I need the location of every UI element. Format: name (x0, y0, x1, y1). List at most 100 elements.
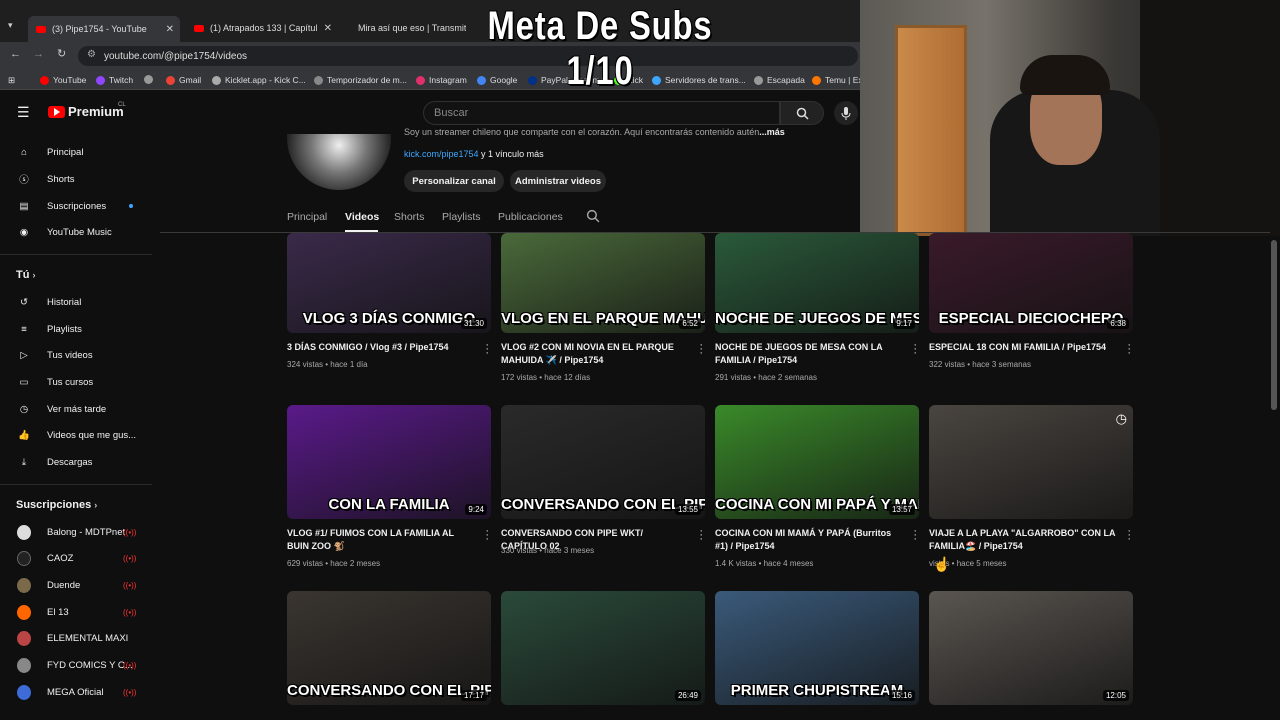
youtube-logo-text[interactable]: Premium (68, 104, 124, 119)
bookmark-temu[interactable]: Temu | Ex (812, 75, 863, 85)
video-title[interactable]: VIAJE A LA PLAYA "ALGARROBO" CON LA FAMI… (929, 527, 1119, 553)
video-thumbnail[interactable]: CONVERSANDO CON EL PIPEWKT13:55 (501, 405, 705, 519)
reload-icon[interactable]: ↻ (57, 47, 66, 60)
more-options-icon[interactable]: · · · (699, 340, 703, 359)
sidebar-item-youtube-music[interactable]: ◉ YouTube Music (0, 219, 152, 245)
bookmark-instagram[interactable]: Instagram (416, 75, 467, 85)
video-card[interactable]: CONVERSANDO CON EL PIPE 17:17 (287, 591, 491, 705)
search-input[interactable]: Buscar (423, 101, 780, 125)
more-options-icon[interactable]: · · · (699, 526, 703, 545)
video-title[interactable]: NOCHE DE JUEGOS DE MESA CON LA FAMILIA /… (715, 341, 905, 367)
sidebar-item-historial[interactable]: ↺ Historial (0, 289, 152, 315)
sidebar-item-shorts[interactable]: ⓢ Shorts (0, 166, 152, 192)
channel-link[interactable]: kick.com/pipe1754 (404, 149, 479, 159)
sidebar-item-ver-mas-tarde[interactable]: ◷ Ver más tarde (0, 396, 152, 422)
sidebar-sub-mega[interactable]: MEGA Oficial ((•)) (0, 679, 152, 705)
sidebar-item-playlists[interactable]: ≡ Playlists (0, 316, 152, 342)
sidebar-section-you[interactable]: Tú › (16, 269, 36, 281)
sidebar-section-subscriptions[interactable]: Suscripciones › (16, 499, 97, 511)
video-thumbnail[interactable]: 26:49 (501, 591, 705, 705)
video-thumbnail[interactable]: VLOG 3 DÍAS CONMIGO 31:30 (287, 233, 491, 333)
video-card[interactable]: NOCHE DE JUEGOS DE MESA 9:17 NOCHE DE JUEG… (715, 233, 919, 383)
forward-icon[interactable]: → (33, 48, 44, 60)
channel-avatar[interactable] (287, 134, 391, 190)
tab-publicaciones[interactable]: Publicaciones (498, 211, 563, 223)
video-card[interactable]: VLOG EN EL PARQUE MAHUIDA6:52 VLOG #2 CON… (501, 233, 705, 383)
video-thumbnail[interactable]: NOCHE DE JUEGOS DE MESA 9:17 (715, 233, 919, 333)
video-title[interactable]: VLOG #1/ FUIMOS CON LA FAMILIA AL BUIN Z… (287, 527, 477, 553)
site-info-icon[interactable]: ⚙ (87, 49, 96, 60)
sidebar-item-tus-videos[interactable]: ▷ Tus videos (0, 342, 152, 368)
sidebar-sub-balong[interactable]: Balong - MDTPnet ((•)) (0, 519, 152, 545)
youtube-logo-icon[interactable] (48, 106, 65, 118)
apps-icon[interactable]: ⊞ (8, 75, 15, 86)
manage-videos-button[interactable]: Administrar videos (510, 170, 606, 192)
close-icon[interactable]: ✕ (166, 24, 174, 35)
channel-links[interactable]: kick.com/pipe1754 y 1 vínculo más (404, 149, 544, 159)
video-card[interactable]: 26:49 (501, 591, 705, 705)
bookmark-escapada[interactable]: Escapada (754, 75, 805, 85)
video-thumbnail[interactable]: ◷ (929, 405, 1133, 519)
more-options-icon[interactable]: · · · (1127, 526, 1131, 545)
video-thumbnail[interactable]: CON LA FAMILIA 9:24 (287, 405, 491, 519)
video-card[interactable]: CON LA FAMILIA 9:24 VLOG #1/ FUIMOS CON LA… (287, 405, 491, 568)
voice-search-button[interactable] (834, 101, 858, 125)
video-thumbnail[interactable]: VLOG EN EL PARQUE MAHUIDA6:52 (501, 233, 705, 333)
customize-channel-button[interactable]: Personalizar canal (404, 170, 504, 192)
sidebar-sub-fyd[interactable]: FYD COMICS Y C... ((•)) (0, 652, 152, 678)
close-icon[interactable]: ✕ (324, 23, 332, 34)
video-card[interactable]: ESPECIAL DIECIOCHERO 6:38 ESPECIAL 18 CON … (929, 233, 1133, 383)
tab-principal[interactable]: Principal (287, 211, 327, 223)
sidebar-item-principal[interactable]: ⌂ Principal (0, 139, 152, 165)
more-options-icon[interactable]: · · · (485, 526, 489, 545)
video-title[interactable]: VLOG #2 CON MI NOVIA EN EL PARQUE MAHUID… (501, 341, 691, 367)
video-title[interactable]: COCINA CON MI MAMÁ Y PAPÁ (Burritos #1) … (715, 527, 905, 553)
sidebar-item-liked-videos[interactable]: 👍 Videos que me gus... (0, 422, 152, 448)
video-title[interactable]: ESPECIAL 18 CON MI FAMILIA / Pipe1754 (929, 341, 1119, 354)
video-thumbnail[interactable]: COCINA CON MI PAPÁ Y MAMÁ 13:57 (715, 405, 919, 519)
globe-icon[interactable] (144, 75, 153, 84)
channel-description[interactable]: Soy un streamer chileno que comparte con… (404, 127, 785, 137)
bookmark-gmail[interactable]: Gmail (166, 75, 201, 85)
video-card[interactable]: 12:05 (929, 591, 1133, 705)
video-thumbnail[interactable]: 12:05 (929, 591, 1133, 705)
sidebar-item-descargas[interactable]: ⤓ Descargas (0, 449, 152, 475)
sidebar-item-suscripciones[interactable]: ▤ Suscripciones (0, 193, 152, 219)
more-options-icon[interactable]: · · · (1127, 340, 1131, 359)
bookmark-temporizador[interactable]: Temporizador de m... (314, 75, 407, 85)
tab-playlists[interactable]: Playlists (442, 211, 481, 223)
menu-icon[interactable]: ☰ (17, 104, 30, 121)
tab-shorts[interactable]: Shorts (394, 211, 424, 223)
scrollbar[interactable] (1271, 240, 1277, 410)
bookmark-youtube[interactable]: YouTube (40, 75, 86, 85)
sidebar-sub-el13[interactable]: El 13 ((•)) (0, 599, 152, 625)
tab-search-icon[interactable]: ▾ (8, 20, 13, 31)
bookmark-twitch[interactable]: Twitch (96, 75, 133, 85)
more-options-icon[interactable]: · · · (485, 340, 489, 359)
watch-later-icon[interactable]: ◷ (1116, 411, 1127, 427)
more-link[interactable]: ...más (759, 127, 785, 137)
sidebar-item-tus-cursos[interactable]: ▭ Tus cursos (0, 369, 152, 395)
more-options-icon[interactable]: · · · (913, 340, 917, 359)
back-icon[interactable]: ← (10, 48, 21, 60)
video-card[interactable]: ◷ VIAJE A LA PLAYA "ALGARROBO" CON LA FAM… (929, 405, 1133, 568)
video-thumbnail[interactable]: PRIMER CHUPISTREAM 15:16 (715, 591, 919, 705)
sidebar-sub-elemental[interactable]: ELEMENTAL MAXI (0, 625, 152, 651)
more-links[interactable]: y 1 vínculo más (479, 149, 544, 159)
sidebar-sub-duende[interactable]: Duende ((•)) (0, 572, 152, 598)
video-card[interactable]: VLOG 3 DÍAS CONMIGO 31:30 3 DÍAS CONMIGO /… (287, 233, 491, 383)
video-card[interactable]: COCINA CON MI PAPÁ Y MAMÁ 13:57 COCINA CON… (715, 405, 919, 568)
browser-tab-atrapados[interactable]: (1) Atrapados 133 | Capítul ✕ (186, 16, 338, 40)
browser-tab-pipe1754[interactable]: (3) Pipe1754 - YouTube ✕ (28, 16, 180, 42)
video-card[interactable]: CONVERSANDO CON EL PIPEWKT13:55CONVERSAN… (501, 405, 705, 555)
video-card[interactable]: PRIMER CHUPISTREAM 15:16 (715, 591, 919, 705)
browser-tab-transmision[interactable]: Mira así que eso | Transmitiend (344, 16, 466, 40)
search-button[interactable] (780, 101, 824, 125)
channel-search-icon[interactable] (586, 209, 600, 228)
more-options-icon[interactable]: · · · (913, 526, 917, 545)
video-thumbnail[interactable]: CONVERSANDO CON EL PIPE 17:17 (287, 591, 491, 705)
sidebar-sub-caoz[interactable]: CAOZ ((•)) (0, 545, 152, 571)
tab-videos[interactable]: Videos (345, 211, 379, 223)
bookmark-kicklet[interactable]: Kicklet.app - Kick C... (212, 75, 306, 85)
video-thumbnail[interactable]: ESPECIAL DIECIOCHERO 6:38 (929, 233, 1133, 333)
